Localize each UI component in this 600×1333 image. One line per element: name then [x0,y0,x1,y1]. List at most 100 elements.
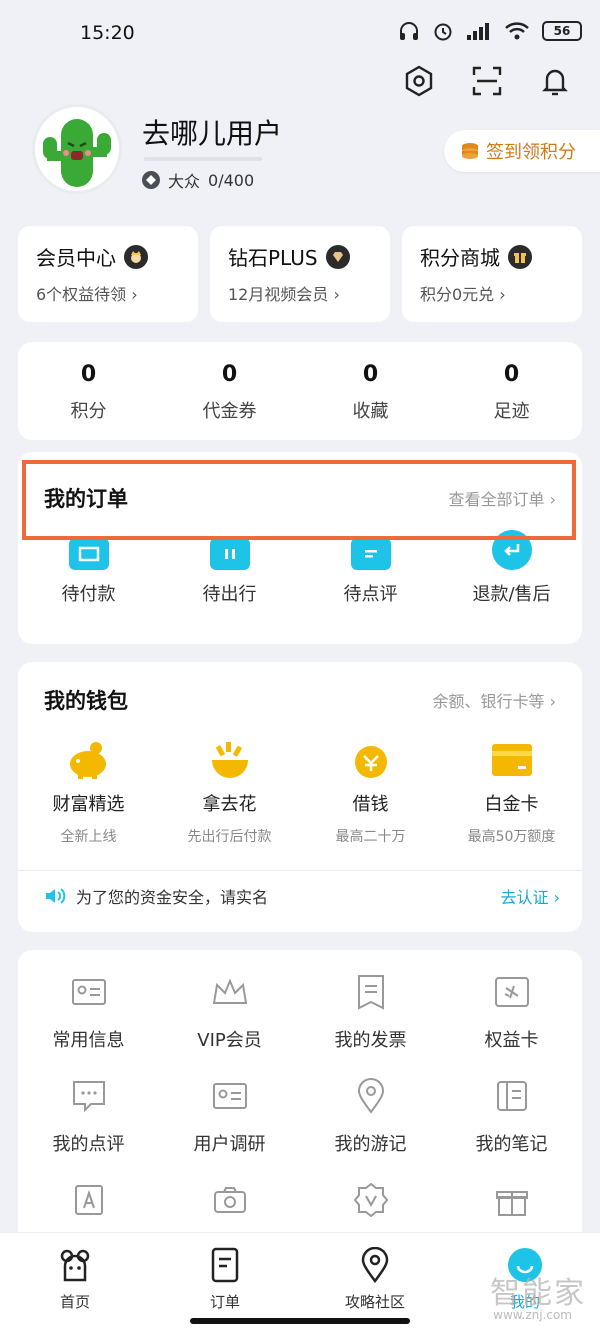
signin-button[interactable]: 签到领积分 [444,130,600,172]
loan-icon [348,738,394,782]
stat-value: 0 [80,362,97,387]
wallet-item-desc: 全新上线 [60,829,117,845]
location-pin-icon [351,1076,391,1116]
order-label: 待付款 [61,584,116,605]
wallet-item-name: 白金卡 [484,794,539,815]
stats-card: 0 积分 0 代金券 0 收藏 0 足迹 [18,342,582,440]
tool-label: 我的游记 [334,1134,407,1155]
diamond-plus-card[interactable]: 钻石PLUS 12月视频会员 › [210,226,390,322]
tool-benefit-card[interactable]: 权益卡 [441,972,582,1052]
gift-icon [508,244,532,269]
stat-label: 代金券 [202,401,257,422]
wifi-icon [505,22,529,40]
orders-highlight-box [22,460,576,540]
bell-icon [542,69,568,96]
tool-label: 常用信息 [52,1030,125,1051]
stat-label: 积分 [70,401,107,422]
stat-history[interactable]: 0 足迹 [441,342,582,440]
vip-card-sub: 6个权益待领 › [36,285,138,304]
card-icon [489,738,535,782]
vip-center-card[interactable]: 会员中心 6个权益待领 › [18,226,198,322]
tool-vip[interactable]: VIP会员 [159,972,300,1052]
order-pending-payment[interactable]: 待付款 [18,538,159,606]
level-progress-bar [144,157,262,161]
tool-notes[interactable]: 我的笔记 [441,1076,582,1156]
level-points: 0/400 [208,170,255,190]
letter-a-icon [69,1180,109,1220]
wallet-item-wealth[interactable]: 财富精选 全新上线 [18,738,159,846]
stat-value: 0 [221,362,238,387]
tool-my-reviews[interactable]: 我的点评 [18,1076,159,1156]
piggy-bank-icon [66,738,112,782]
wallet-header: 我的钱包 余额、银行卡等 › [18,662,582,738]
wallet-item-platinum-card[interactable]: 白金卡 最高50万额度 [441,738,582,846]
vip-cards: 会员中心 6个权益待领 › 钻石PLUS 12月视频会员 › 积分商城 积分0元… [18,226,582,322]
vip-card-title: 钻石PLUS [228,246,318,270]
comment-icon [350,538,391,570]
tab-label: 订单 [209,1293,240,1311]
tool-row3-d[interactable] [441,1180,582,1220]
headphones-icon [400,22,418,40]
verify-link[interactable]: 去认证 › [501,884,561,908]
avatar[interactable] [32,104,122,194]
username[interactable]: 去哪儿用户 [142,112,282,152]
tool-label: 用户调研 [193,1134,266,1155]
plane-card-icon [492,972,532,1012]
tool-label: VIP会员 [197,1030,262,1051]
stat-label: 足迹 [493,401,530,422]
tool-user-survey[interactable]: 用户调研 [159,1076,300,1156]
tool-row3-a[interactable] [18,1180,159,1220]
coins-icon [462,143,478,159]
wallet-item-desc: 最高二十万 [335,829,406,845]
points-mall-card[interactable]: 积分商城 积分0元兑 › [402,226,582,322]
wallet-item-loan[interactable]: 借钱 最高二十万 [300,738,441,846]
settings-button[interactable] [400,62,438,100]
wallet-item-naquhua[interactable]: 拿去花 先出行后付款 [159,738,300,846]
home-indicator[interactable] [190,1318,410,1324]
stat-points[interactable]: 0 积分 [18,342,159,440]
order-label: 退款/售后 [472,584,551,605]
tool-label: 我的点评 [52,1134,125,1155]
stat-vouchers[interactable]: 0 代金券 [159,342,300,440]
order-doc-icon [205,1245,245,1285]
tool-common-info[interactable]: 常用信息 [18,972,159,1052]
status-icons: 56 [398,20,582,42]
invoice-icon [351,972,391,1012]
tab-label: 首页 [59,1293,90,1311]
wallet-items: 财富精选 全新上线 拿去花 先出行后付款 借钱 最高二十万 白金卡 最高50万额… [18,738,582,846]
crown-icon [210,972,250,1012]
wallet-item-desc: 最高50万额度 [467,829,556,845]
notification-button[interactable] [536,62,574,100]
tool-row3-c[interactable] [300,1180,441,1220]
wallet-title: 我的钱包 [44,689,128,713]
wallet-item-name: 财富精选 [52,794,125,815]
vip-card-title: 积分商城 [420,246,500,270]
tool-travelogue[interactable]: 我的游记 [300,1076,441,1156]
stat-favorites[interactable]: 0 收藏 [300,342,441,440]
battery-indicator: 56 [542,21,582,41]
tools-grid: 常用信息 VIP会员 我的发票 权益卡 我的点评 用户调研 我的游记 我的笔记 [18,950,582,1220]
wallet-details-link[interactable]: 余额、银行卡等 › [433,688,557,712]
tab-label: 攻略社区 [344,1293,405,1311]
order-label: 待点评 [343,584,398,605]
scan-icon [472,66,502,96]
level-row[interactable]: 大众 0/400 [142,168,254,192]
order-pending-travel[interactable]: 待出行 [159,538,300,606]
vip-card-sub: 12月视频会员 › [228,285,340,304]
wallet-item-desc: 先出行后付款 [187,829,272,845]
tool-invoice[interactable]: 我的发票 [300,972,441,1052]
camera-icon [210,1180,250,1220]
scan-button[interactable] [468,62,506,100]
tool-label: 我的发票 [334,1030,407,1051]
order-pending-review[interactable]: 待点评 [300,538,441,606]
order-refund[interactable]: 退款/售后 [441,530,582,606]
stat-label: 收藏 [352,401,389,422]
watermark-url: www.znj.com [493,1308,572,1322]
notice-text: 为了您的资金安全，请实名 [76,888,269,907]
tab-home[interactable]: 首页 [0,1233,150,1333]
alarm-icon [434,23,452,41]
status-bar: 15:20 56 [0,0,600,64]
wallet-icon [68,538,109,570]
verification-notice[interactable]: 为了您的资金安全，请实名 去认证 › [44,884,560,908]
tool-row3-b[interactable] [159,1180,300,1220]
